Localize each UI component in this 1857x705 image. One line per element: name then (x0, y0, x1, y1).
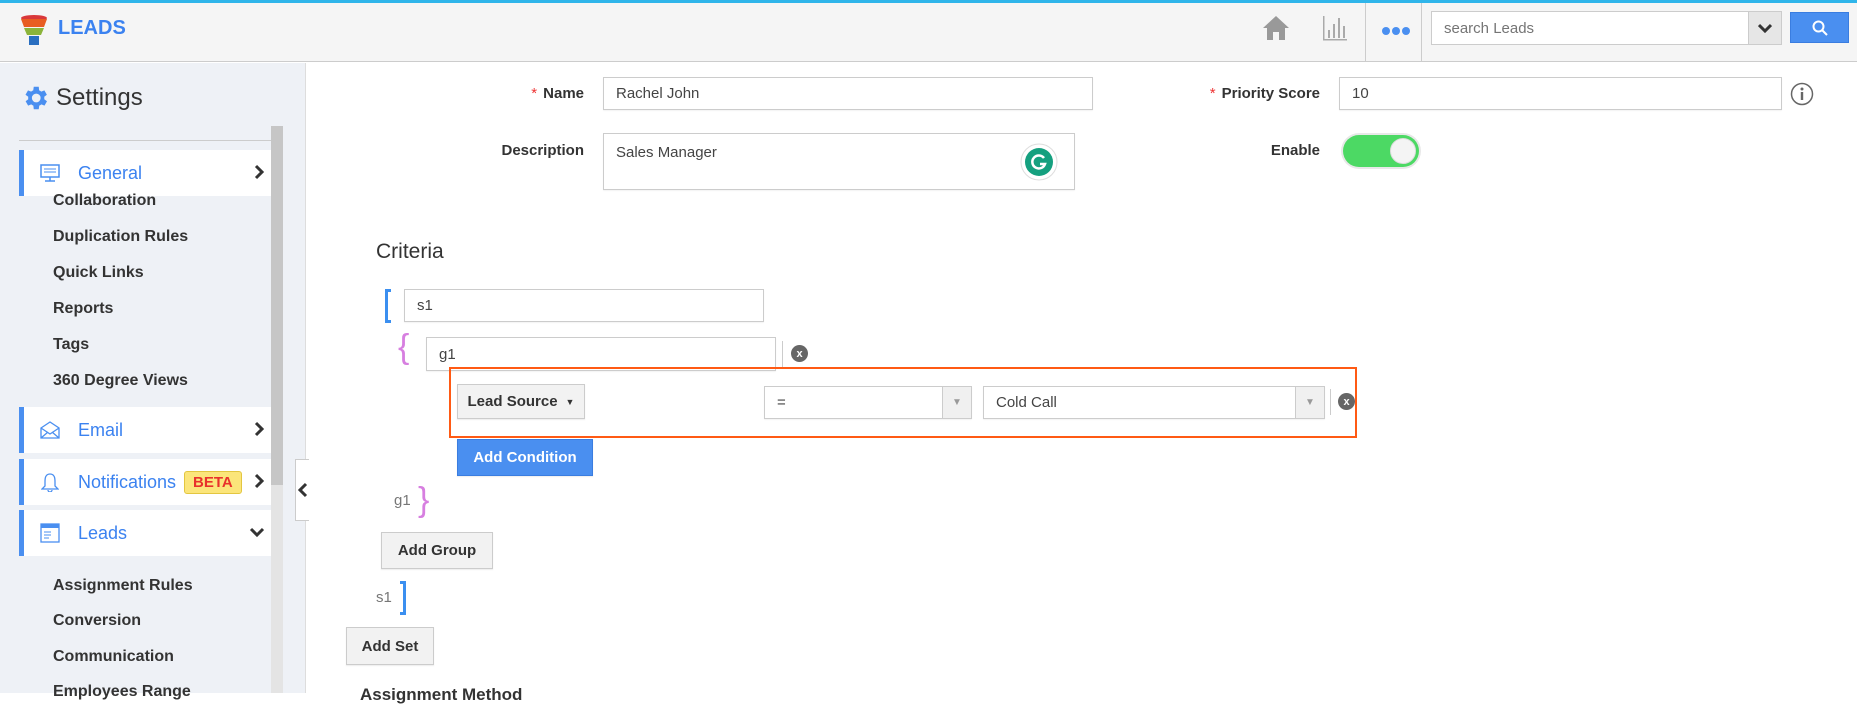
app-name[interactable]: LEADS (58, 17, 126, 40)
header-divider (1365, 3, 1366, 62)
label-text: Priority Score (1221, 85, 1320, 102)
group-close-brace: } (418, 481, 430, 519)
label-text: Name (543, 85, 584, 102)
remove-condition-icon[interactable]: x (1338, 393, 1355, 410)
sidebar-subitem-360-degree-views[interactable]: 360 Degree Views (53, 372, 188, 390)
lead-field-dropdown[interactable]: Lead Source ▼ (457, 384, 585, 419)
caret-down-icon: ▼ (1295, 387, 1324, 418)
description-label: Description (501, 142, 584, 159)
sidebar-item-email[interactable]: Email (19, 407, 271, 453)
add-condition-button[interactable]: Add Condition (457, 439, 593, 476)
sidebar-item-label: Email (78, 419, 124, 440)
search-input[interactable] (1431, 11, 1749, 45)
chart-icon[interactable] (1322, 14, 1348, 42)
search-filter-dropdown[interactable] (1749, 11, 1782, 45)
set-close-bracket (400, 581, 406, 615)
condition-value: Cold Call (996, 394, 1057, 411)
caret-down-icon: ▼ (942, 387, 971, 418)
sidebar-item-notifications[interactable]: Notifications BETA (19, 459, 271, 505)
chevron-right-icon (254, 164, 265, 180)
chevron-right-icon (254, 421, 265, 437)
sidebar-item-general[interactable]: General (19, 150, 271, 196)
assignment-method-heading: Assignment Method (360, 685, 523, 704)
sidebar-item-leads[interactable]: Leads (19, 510, 271, 556)
chevron-right-icon (254, 473, 265, 489)
sidebar-subitem-duplication-rules[interactable]: Duplication Rules (53, 228, 188, 246)
group-name-input[interactable]: g1 (426, 337, 776, 371)
app-header: LEADS (0, 3, 1857, 62)
search-button[interactable] (1790, 12, 1849, 43)
beta-badge: BETA (184, 470, 242, 494)
group-open-brace: { (398, 328, 410, 366)
monitor-icon (38, 163, 62, 183)
required-mark: * (531, 85, 538, 102)
sidebar-item-label: General (78, 162, 143, 183)
sidebar-subitem-quick-links[interactable]: Quick Links (53, 264, 144, 282)
description-input[interactable]: Sales Manager (603, 133, 1075, 190)
sidebar-item-label: Leads (78, 522, 128, 543)
sidebar-subitem-conversion[interactable]: Conversion (53, 612, 141, 630)
remove-group-icon[interactable]: x (791, 345, 808, 362)
more-dots-icon[interactable] (1381, 26, 1411, 36)
sidebar-subitem-employees-range[interactable]: Employees Range (53, 683, 191, 701)
sidebar-subitem-assignment-rules[interactable]: Assignment Rules (53, 577, 193, 595)
name-input[interactable]: Rachel John (603, 77, 1093, 110)
required-mark: * (1209, 85, 1216, 102)
group-close-label: g1 (394, 492, 411, 509)
priority-score-input[interactable]: 10 (1339, 77, 1782, 110)
operator-select[interactable]: = ▼ (764, 386, 972, 419)
divider (782, 341, 783, 367)
sidebar-subitem-reports[interactable]: Reports (53, 300, 113, 318)
sidebar-subitem-tags[interactable]: Tags (53, 336, 89, 354)
caret-down-icon: ▼ (565, 396, 575, 407)
set-name-input[interactable]: s1 (404, 289, 764, 322)
add-group-button[interactable]: Add Group (381, 532, 493, 569)
header-divider (1421, 3, 1422, 62)
leads-window-icon (38, 523, 62, 543)
divider (1330, 389, 1331, 415)
grammarly-icon[interactable] (1020, 143, 1058, 181)
value-select[interactable]: Cold Call ▼ (983, 386, 1325, 419)
set-open-bracket (385, 289, 391, 323)
sidebar-title: Settings (56, 84, 143, 111)
name-label: * Name (400, 85, 584, 102)
home-icon[interactable] (1262, 14, 1290, 42)
collapse-sidebar-button[interactable] (295, 459, 309, 521)
info-icon[interactable] (1790, 82, 1814, 106)
chevron-down-icon (249, 527, 265, 538)
gear-icon (25, 86, 48, 110)
sidebar-scrollbar-thumb[interactable] (271, 126, 283, 485)
toggle-knob (1390, 138, 1416, 164)
envelope-icon (38, 421, 62, 439)
chevron-down-icon (1758, 23, 1772, 33)
add-set-button[interactable]: Add Set (346, 627, 434, 665)
chevron-left-icon (297, 482, 307, 498)
sidebar-divider (19, 140, 283, 141)
search-icon (1812, 20, 1828, 36)
field-label: Lead Source (467, 393, 558, 410)
enable-toggle[interactable] (1343, 135, 1419, 167)
operator-value: = (777, 394, 786, 411)
enable-label: Enable (1270, 142, 1320, 159)
set-close-label: s1 (376, 589, 392, 606)
priority-score-label: * Priority Score (1120, 85, 1320, 102)
criteria-title: Criteria (376, 240, 444, 263)
sidebar-subitem-collaboration[interactable]: Collaboration (53, 192, 156, 210)
sidebar-item-label: Notifications (78, 471, 177, 492)
funnel-logo-icon (21, 15, 47, 45)
bell-icon (38, 472, 62, 492)
sidebar-subitem-communication[interactable]: Communication (53, 648, 174, 666)
